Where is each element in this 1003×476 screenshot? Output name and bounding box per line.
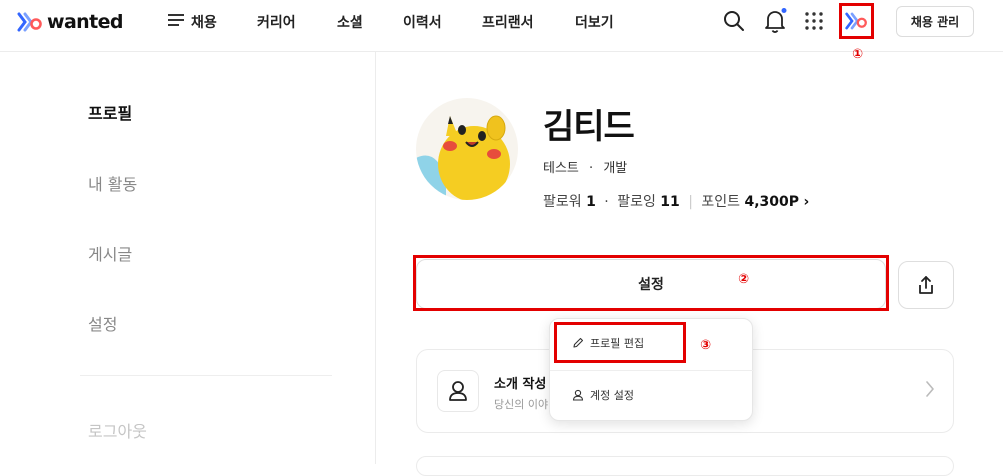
sidebar-border: [375, 52, 376, 464]
sidebar-item-posts[interactable]: 게시글: [88, 241, 132, 265]
person-icon: [572, 389, 584, 401]
nav-item-social[interactable]: 소셜: [337, 12, 363, 32]
share-icon: [919, 276, 933, 294]
recruit-manage-button[interactable]: 채용 관리: [896, 6, 974, 37]
points-label: 포인트: [701, 194, 741, 210]
chevron-right-icon: [926, 381, 934, 397]
nav-item-more[interactable]: 더보기: [575, 12, 614, 32]
sidebar-divider: [80, 375, 332, 376]
bell-icon[interactable]: [763, 8, 787, 34]
wanted-logo[interactable]: wanted: [16, 10, 123, 34]
person-icon: [449, 381, 467, 401]
stats-separator: ·: [604, 194, 609, 210]
annotation-box-3: [554, 322, 686, 363]
profile-stats: 팔로워 1 · 팔로잉 11 | 포인트 4,300P ›: [543, 191, 809, 211]
annotation-number-3: ③: [700, 338, 712, 353]
nav-item-jobs[interactable]: 채용: [191, 12, 217, 32]
job-category: 테스트: [543, 161, 579, 176]
intro-title: 소개 작성: [494, 377, 547, 392]
job-separator: ·: [589, 161, 594, 176]
job-role: 개발: [603, 161, 628, 176]
nav-item-career[interactable]: 커리어: [257, 12, 296, 32]
followers-link[interactable]: 팔로워 1: [543, 194, 596, 210]
points-link[interactable]: 포인트 4,300P ›: [701, 194, 809, 210]
sidebar-item-settings[interactable]: 설정: [88, 311, 117, 335]
account-settings-label: 계정 설정: [590, 389, 634, 402]
brand-name: wanted: [47, 11, 123, 33]
account-settings-menu-item[interactable]: 계정 설정: [550, 380, 754, 410]
following-link[interactable]: 팔로잉 11: [617, 194, 680, 210]
sidebar-item-profile[interactable]: 프로필: [88, 100, 132, 124]
points-value: 4,300P: [744, 194, 800, 210]
nav-item-freelancer[interactable]: 프리랜서: [482, 12, 534, 32]
pikachu-avatar-image: [416, 98, 518, 200]
following-count: 11: [660, 194, 680, 210]
nav-item-resume[interactable]: 이력서: [403, 12, 442, 32]
menu-icon[interactable]: [168, 13, 186, 27]
stats-divider: |: [688, 194, 693, 210]
profile-name: 김티드: [543, 107, 635, 147]
share-button[interactable]: [898, 261, 954, 309]
intro-subtitle: 당신의 이야: [494, 398, 549, 411]
next-card: [416, 456, 954, 476]
avatar[interactable]: [416, 98, 518, 200]
intro-icon-box: [437, 370, 479, 412]
annotation-number-2: ②: [738, 272, 750, 287]
annotation-box-2: [413, 255, 889, 311]
following-label: 팔로잉: [617, 194, 656, 210]
annotation-number-1: ①: [852, 47, 864, 62]
profile-job: 테스트 · 개발: [543, 157, 627, 176]
followers-label: 팔로워: [543, 194, 582, 210]
wanted-logo-icon: [17, 12, 42, 32]
chevron-right-icon: ›: [803, 194, 810, 210]
annotation-box-1: [839, 3, 874, 39]
sidebar-item-logout[interactable]: 로그아웃: [88, 418, 147, 442]
search-icon[interactable]: [722, 9, 746, 33]
sidebar-item-activity[interactable]: 내 활동: [88, 171, 137, 195]
dropdown-divider: [550, 370, 754, 371]
followers-count: 1: [586, 194, 596, 210]
apps-grid-icon[interactable]: [805, 12, 823, 30]
